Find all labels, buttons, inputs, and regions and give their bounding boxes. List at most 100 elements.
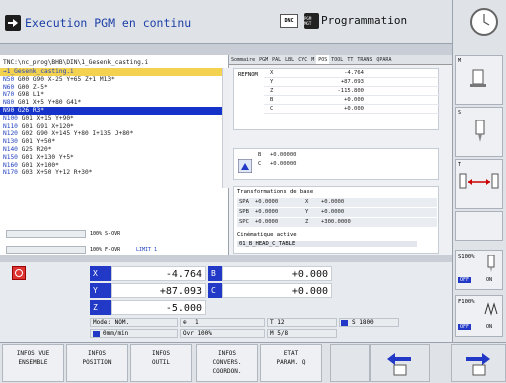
program-lines[interactable]: →1_Gesenk_casting.i N50 G00 G90 X-25 Y+65… — [0, 68, 229, 177]
program-line[interactable]: N80 G01 X+5 Y+80 G41* — [0, 99, 229, 107]
side-softkey-s-override[interactable]: S100% OFF ON — [455, 250, 503, 290]
tab-m[interactable]: M — [309, 55, 316, 64]
tab-tool[interactable]: TOOL — [329, 55, 345, 64]
side-softkey-m[interactable]: M — [455, 55, 503, 105]
position-row: B +0.000 — [264, 96, 440, 105]
rot-value: +0.00000 — [270, 161, 297, 167]
softkey-5[interactable]: ETAT PARAM. Q — [260, 344, 322, 382]
refnom-label: REFNOM — [238, 72, 258, 78]
softkey-line2: OUTIL — [151, 359, 171, 366]
tab-sommaire[interactable]: Sommaire — [229, 55, 257, 64]
tool-line-field: ⊕ 1 — [180, 318, 265, 327]
transform-row: SPC +0.0000 Z +300.0000 — [237, 218, 437, 227]
side-softkey-blank[interactable] — [455, 211, 503, 241]
trans-axis: Y — [305, 209, 309, 215]
trans-axis-val: +0.0000 — [321, 209, 345, 215]
softkey-line2: ENSEMBLE — [18, 359, 48, 366]
program-line[interactable]: N60 G00 Z-5* — [0, 84, 229, 92]
axis-letter: X — [270, 70, 274, 76]
program-line[interactable]: →1_Gesenk_casting.i — [0, 68, 229, 76]
tool-icon — [475, 120, 485, 142]
program-line[interactable]: N150 G01 X+130 Y+5* — [0, 154, 229, 162]
s-override-bar: 100% S-OVR — [6, 228, 222, 240]
block-number: N80 — [3, 99, 15, 107]
program-line[interactable]: N120 G02 G90 X+145 Y+80 I+135 J+80* — [0, 130, 229, 138]
program-line[interactable]: N170 G03 X+50 Y+12 R+30* — [0, 169, 229, 177]
axis-value: +87.093 — [340, 79, 364, 85]
big-axis-value: -5.000 — [111, 300, 206, 315]
pgm-mgt-icon[interactable]: PGM MGT — [304, 13, 319, 29]
f-on-label: ON — [486, 324, 493, 330]
f-off-label: OFF — [458, 324, 472, 330]
ovr-field: Ovr 100% — [180, 329, 265, 338]
block-text: G02 G90 X+145 Y+80 I+135 J+80* — [17, 130, 134, 138]
block-number: N50 — [3, 75, 15, 83]
mode-indicator: Execution PGM en continu — [5, 8, 225, 38]
tab-trans[interactable]: TRANS — [355, 55, 374, 64]
clock-icon — [470, 8, 498, 36]
program-line[interactable]: N70 G98 L1* — [0, 91, 229, 99]
rotation-row: C +0.00000 — [256, 160, 436, 169]
block-number: N120 — [3, 130, 18, 138]
f-override-bar: 100% F-OVR LIMIT 1 — [6, 244, 222, 256]
tab-qpara[interactable]: QPARA — [374, 55, 393, 64]
softkey-2[interactable]: INFOS POSITION — [66, 344, 128, 382]
tab-pal[interactable]: PAL — [270, 55, 283, 64]
program-line[interactable]: N50 G00 G90 X-25 Y+65 Z+1 M13* — [0, 76, 229, 84]
rot-value: +0.00000 — [270, 152, 297, 158]
spindle-status-icon — [12, 266, 26, 280]
s-tool-icon — [487, 255, 495, 272]
tab-cyc[interactable]: CYC — [296, 55, 309, 64]
trans-axis: Z — [305, 219, 309, 225]
feed-value: 0mm/min — [103, 330, 129, 337]
block-text: G01 G91 X+120* — [17, 122, 74, 130]
block-text: G01 X+130 Y+5* — [17, 153, 74, 161]
tab-pos[interactable]: POS — [316, 55, 330, 64]
position-row: C +0.000 — [264, 105, 440, 114]
side-softkey-f-override[interactable]: F100% OFF ON — [455, 295, 503, 337]
block-text: G01 X+5 Y+80 G41* — [14, 99, 82, 107]
transform-row: SPB +0.0000 Y +0.0000 — [237, 208, 437, 217]
block-number: N100 — [3, 114, 18, 122]
softkey-line3: COORDON. — [212, 368, 242, 375]
tab-tt[interactable]: TT — [345, 55, 355, 64]
block-number: N140 — [3, 145, 18, 153]
softkey-empty-6[interactable] — [330, 344, 370, 382]
program-line[interactable]: N90 G26 R3* — [0, 106, 229, 115]
block-number: N160 — [3, 161, 18, 169]
trans-axis-val: +0.0000 — [321, 199, 345, 205]
tab-pgm[interactable]: PGM — [257, 55, 270, 64]
program-line[interactable]: N100 G01 X+15 Y+90* — [0, 115, 229, 123]
big-axis2-label: B — [208, 266, 222, 281]
big-axis2-label: C — [208, 283, 222, 298]
block-number: N90 — [3, 106, 15, 114]
trans-axis-val: +300.0000 — [321, 219, 351, 225]
programming-mode-label[interactable]: Programmation — [321, 14, 407, 27]
tab-lbl[interactable]: LBL — [283, 55, 296, 64]
block-number: N170 — [3, 169, 18, 177]
softkey-4[interactable]: INFOS CONVERS. COORDON. — [196, 344, 258, 382]
big-axis-value: +87.093 — [111, 283, 206, 298]
program-line[interactable]: N110 G01 G91 X+120* — [0, 123, 229, 131]
trans-val: +0.0000 — [255, 219, 279, 225]
softkey-3[interactable]: INFOS OUTIL — [130, 344, 192, 382]
softkey-line2: POSITION — [82, 359, 112, 366]
dnc-icon[interactable]: DNC — [280, 14, 298, 28]
program-scrollbar[interactable] — [222, 68, 229, 188]
side-softkey-s[interactable]: S — [455, 107, 503, 157]
axis-value: +0.000 — [344, 97, 364, 103]
axis-letter: Z — [270, 88, 274, 94]
rotation-row: B +0.00000 — [256, 151, 436, 160]
program-line[interactable]: N160 G01 X+100* — [0, 162, 229, 170]
softkey-back[interactable] — [370, 344, 430, 382]
axis-value: -115.800 — [337, 88, 365, 94]
program-line[interactable]: N130 G01 Y+50* — [0, 138, 229, 146]
side-softkey-t[interactable]: T — [455, 159, 503, 209]
softkey-forward[interactable] — [451, 344, 506, 382]
softkey-line1: INFOS — [87, 350, 107, 357]
trans-val: +0.0000 — [255, 209, 279, 215]
spindle-icon — [470, 69, 486, 87]
program-line[interactable]: N140 G25 R20* — [0, 146, 229, 154]
softkey-1[interactable]: INFOS VUE ENSEMBLE — [2, 344, 64, 382]
transformations-box: Transformations de base SPA +0.0000 X +0.00… — [233, 186, 439, 254]
